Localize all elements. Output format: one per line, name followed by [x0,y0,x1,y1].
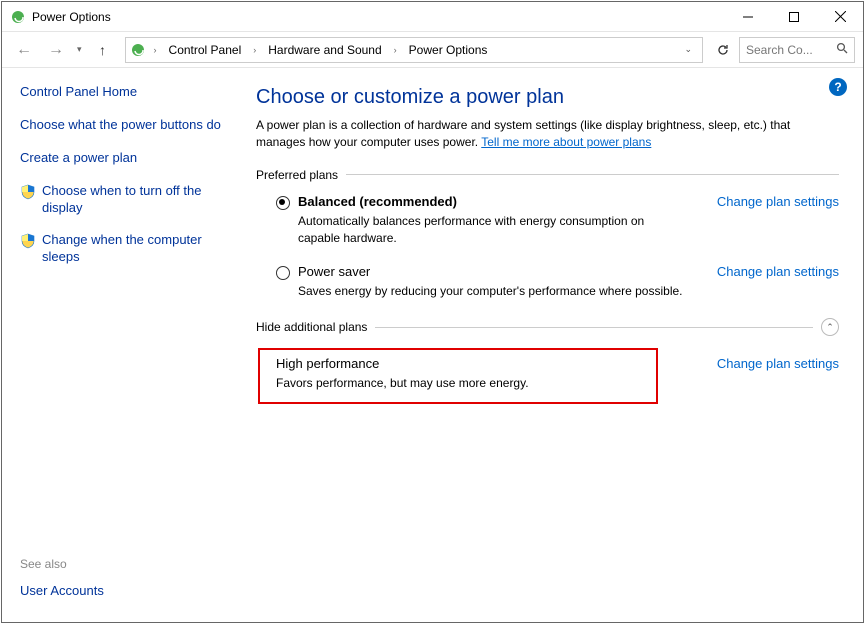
window-frame: Power Options ← → ▾ ↑ › Control Panel › [1,1,864,623]
change-plan-settings-link[interactable]: Change plan settings [717,356,839,371]
power-options-icon [130,42,146,58]
sidebar: Control Panel Home Choose what the power… [2,68,250,622]
plan-high-performance: High performance Favors performance, but… [258,348,658,404]
nav-back-button[interactable]: ← [10,36,38,64]
collapse-icon[interactable]: ⌃ [821,318,839,336]
power-options-icon [10,9,26,25]
content: Choose or customize a power plan A power… [250,68,863,622]
close-button[interactable] [817,2,863,32]
search-icon [836,42,848,57]
chevron-right-icon[interactable]: › [390,45,401,55]
nav-up-button[interactable]: ↑ [89,36,117,64]
navbar: ← → ▾ ↑ › Control Panel › Hardware and S… [2,32,863,68]
breadcrumb-item[interactable]: Hardware and Sound [264,41,385,59]
section-preferred-plans: Preferred plans [256,168,839,182]
learn-more-link[interactable]: Tell me more about power plans [481,135,651,149]
sidebar-link-create-plan[interactable]: Create a power plan [20,150,232,167]
radio-power-saver[interactable] [276,266,290,280]
radio-balanced[interactable] [276,196,290,210]
shield-icon [20,233,36,249]
sidebar-link-user-accounts[interactable]: User Accounts [20,583,232,600]
maximize-button[interactable] [771,2,817,32]
change-plan-settings-link[interactable]: Change plan settings [717,194,839,209]
plan-balanced: Balanced (recommended) Change plan setti… [256,194,839,247]
see-also-label: See also [20,557,232,571]
titlebar: Power Options [2,2,863,32]
page-title: Choose or customize a power plan [256,86,839,109]
plan-desc: Automatically balances performance with … [298,213,688,247]
plan-power-saver: Power saver Change plan settings Saves e… [256,264,839,300]
window-title: Power Options [32,10,111,24]
sidebar-link-turn-off-display[interactable]: Choose when to turn off the display [20,183,232,217]
chevron-right-icon[interactable]: › [249,45,260,55]
refresh-button[interactable] [711,37,735,63]
minimize-button[interactable] [725,2,771,32]
window-controls [725,2,863,32]
sidebar-link-power-buttons[interactable]: Choose what the power buttons do [20,117,232,134]
search-input[interactable]: Search Co... [739,37,855,63]
chevron-right-icon[interactable]: › [150,45,161,55]
shield-icon [20,184,36,200]
nav-history-dropdown[interactable]: ▾ [77,44,82,55]
nav-forward-button[interactable]: → [42,36,70,64]
plan-desc: Favors performance, but may use more ene… [276,375,529,392]
section-additional-plans[interactable]: Hide additional plans ⌃ [256,318,839,336]
breadcrumb-item[interactable]: Control Panel [165,41,246,59]
page-description: A power plan is a collection of hardware… [256,117,839,152]
plan-name: Balanced (recommended) [298,194,457,209]
change-plan-settings-link[interactable]: Change plan settings [717,264,839,279]
sidebar-home-link[interactable]: Control Panel Home [20,84,232,101]
body: ? Control Panel Home Choose what the pow… [2,68,863,622]
breadcrumb[interactable]: › Control Panel › Hardware and Sound › P… [125,37,703,63]
breadcrumb-dropdown-icon[interactable]: ⌄ [678,44,698,55]
plan-desc: Saves energy by reducing your computer's… [298,283,688,300]
help-icon[interactable]: ? [829,78,847,96]
plan-name: High performance [276,356,529,371]
plan-name: Power saver [298,264,370,279]
sidebar-link-computer-sleeps[interactable]: Change when the computer sleeps [20,232,232,266]
breadcrumb-item[interactable]: Power Options [405,41,492,59]
